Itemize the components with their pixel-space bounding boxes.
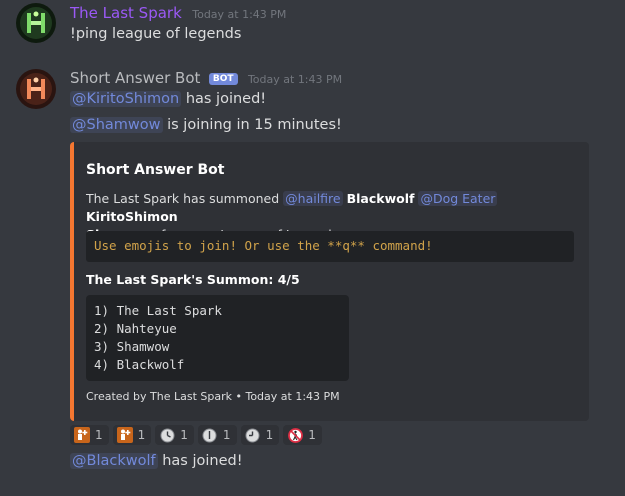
clock-icon — [159, 427, 175, 443]
reaction-count: 1 — [137, 428, 146, 442]
no-pedestrians-icon — [287, 427, 303, 443]
joining-later-line: @Shamwow is joining in 15 minutes! — [70, 117, 342, 133]
clock-icon — [202, 427, 218, 443]
instruction-code: Use emojis to join! Or use the **q** com… — [86, 231, 574, 262]
timestamp: Today at 1:43 PM — [192, 8, 287, 21]
reaction-count: 1 — [265, 428, 274, 442]
summon-list-item: 3) Shamwow — [94, 339, 170, 354]
join-message-line: @Blackwolf has joined! — [70, 453, 243, 469]
reaction-clock[interactable]: 1 — [155, 425, 194, 445]
timestamp: Today at 1:43 PM — [247, 73, 343, 86]
reactions-bar: 1 1 1 1 1 1 — [70, 425, 322, 445]
clock-icon — [245, 427, 261, 443]
user-mention[interactable]: @Dog Eater — [418, 191, 498, 206]
person-plus-icon — [74, 427, 90, 443]
desc-text: The Last Spark has summoned — [86, 191, 280, 206]
reaction-person-plus[interactable]: 1 — [70, 425, 109, 445]
message-text: is joining in 15 minutes! — [167, 117, 342, 133]
summon-list-code-block: 1) The Last Spark 2) Nahteyue 3) Shamwow… — [86, 295, 349, 381]
summon-list-item: 2) Nahteyue — [94, 321, 177, 336]
message-the-last-spark: The Last Spark Today at 1:43 PM !ping le… — [0, 0, 625, 60]
reaction-count: 1 — [308, 428, 316, 442]
author-name[interactable]: Short Answer Bot — [70, 69, 200, 87]
reaction-clock[interactable]: 1 — [197, 425, 237, 445]
reaction-count: 1 — [95, 428, 103, 442]
message-text: has joined! — [185, 91, 267, 107]
bot-avatar[interactable] — [16, 69, 56, 109]
message-text: !ping league of legends — [70, 26, 242, 42]
person-plus-icon — [116, 427, 133, 443]
embed-title: Short Answer Bot — [86, 162, 225, 178]
summon-list-item: 1) The Last Spark — [94, 303, 222, 318]
user-mention[interactable]: @Blackwolf — [70, 453, 158, 469]
message-text: has joined! — [162, 453, 243, 469]
embed-footer: Created by The Last Spark • Today at 1:4… — [86, 390, 340, 403]
reaction-count: 1 — [180, 428, 188, 442]
summon-list-item: 4) Blackwolf — [94, 357, 185, 372]
join-message-line: @KiritoShimon has joined! — [70, 91, 266, 107]
summon-embed: Short Answer Bot The Last Spark has summ… — [70, 142, 589, 421]
reaction-clock[interactable]: 1 — [240, 425, 280, 445]
bot-badge: BOT — [208, 73, 238, 85]
reaction-count: 1 — [222, 428, 231, 442]
user-avatar-the-last-spark[interactable] — [16, 3, 56, 43]
player-name: KiritoShimon — [86, 209, 178, 224]
user-mention[interactable]: @KiritoShimon — [70, 91, 182, 107]
user-mention[interactable]: @Shamwow — [70, 117, 163, 133]
reaction-no-pedestrians[interactable]: 1 — [283, 425, 322, 445]
author-name[interactable]: The Last Spark — [70, 4, 182, 22]
summon-field-title: The Last Spark's Summon: 4/5 — [86, 272, 300, 287]
reaction-person-plus[interactable]: 1 — [112, 425, 152, 445]
player-name: Blackwolf — [346, 191, 415, 206]
user-mention[interactable]: @hailfire — [283, 191, 343, 206]
